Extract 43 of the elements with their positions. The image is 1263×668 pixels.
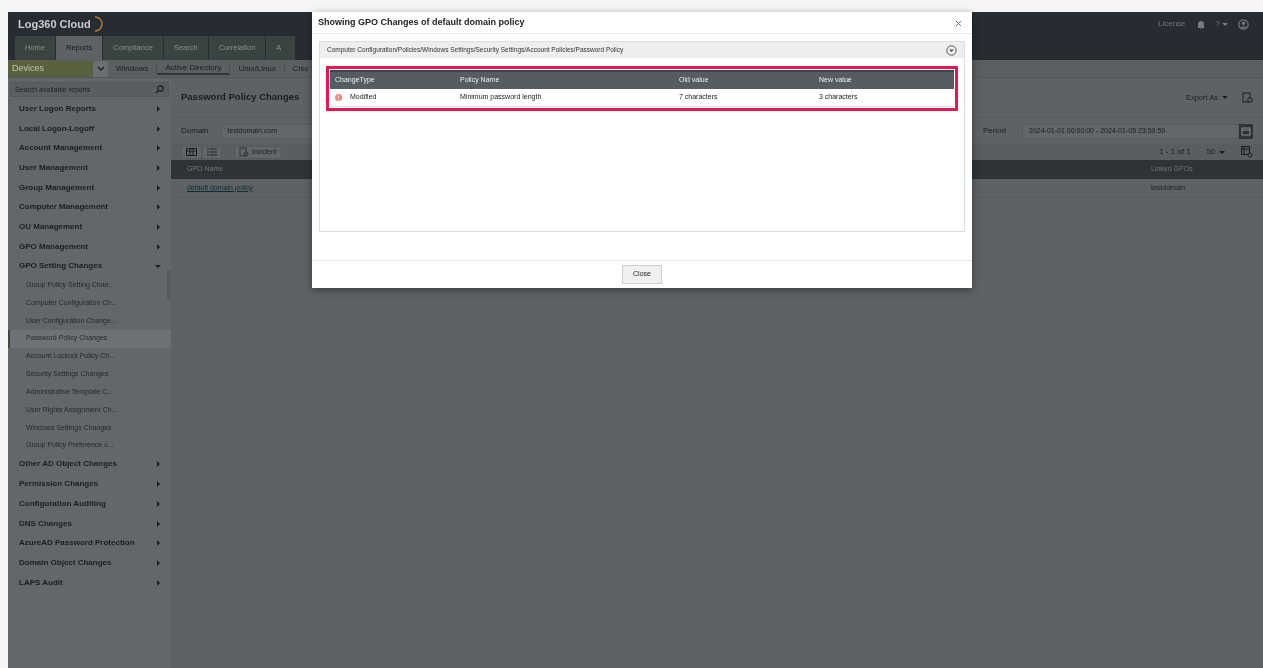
calendar-button[interactable]	[1239, 123, 1253, 139]
sidebar-item[interactable]: Account Management	[19, 142, 156, 155]
sidebar-item[interactable]: Configuration Auditing	[19, 497, 156, 510]
caret-icon	[1222, 95, 1228, 100]
grid-icon	[186, 148, 197, 156]
document-icon	[239, 147, 249, 157]
dialog-title: Showing GPO Changes of default domain policy	[318, 15, 525, 29]
sidebar-item[interactable]: DNS Changes	[19, 517, 156, 530]
report-title: Password Policy Changes	[181, 90, 300, 105]
close-icon	[955, 19, 962, 27]
sidebar-item[interactable]: GPO Setting Changes	[19, 260, 155, 273]
list-icon	[207, 148, 217, 156]
category-dropdown[interactable]: Devices	[8, 60, 108, 77]
subnav-link[interactable]: Windows	[108, 63, 158, 74]
sidebar-item[interactable]: OU Management	[19, 220, 156, 233]
schedule-icon	[1242, 92, 1253, 103]
chevron-down-icon	[96, 66, 105, 71]
license-link[interactable]: License	[1157, 18, 1186, 30]
sidebar-item[interactable]: User Management	[19, 161, 156, 174]
logo: Log360 Cloud	[18, 16, 91, 32]
sidebar-item[interactable]: Domain Object Changes	[19, 556, 156, 569]
sidebar-item[interactable]: Other AD Object Changes	[19, 458, 156, 471]
calendar-icon	[1241, 126, 1251, 136]
user-icon	[1238, 18, 1249, 30]
search-icon	[155, 85, 164, 94]
category-label: Devices	[12, 61, 44, 75]
bell-icon	[1195, 18, 1206, 30]
sidebar-item[interactable]: Group Management	[19, 181, 156, 194]
alert-icon	[335, 94, 342, 101]
sidebar-item[interactable]: Computer Management	[19, 201, 156, 214]
sidebar-item[interactable]: User Logon Reports	[19, 102, 156, 115]
list-view-button[interactable]	[202, 145, 222, 159]
sidebar-item[interactable]: Local Logon-Logoff	[19, 122, 156, 135]
caret-icon	[1219, 149, 1225, 155]
caret-icon	[1222, 21, 1228, 27]
sidebar-item[interactable]: GPO Management	[19, 240, 156, 253]
help-menu[interactable]: ?	[1215, 18, 1220, 30]
collapse-icon[interactable]	[946, 44, 957, 56]
sidebar-item[interactable]: LAPS Audit	[19, 576, 156, 589]
logo-swirl-icon	[92, 16, 103, 32]
sidebar-item[interactable]: AzureAD Password Protection	[19, 537, 156, 550]
table-view-button[interactable]	[181, 145, 202, 159]
sidebar-item[interactable]: Permission Changes	[19, 478, 156, 491]
